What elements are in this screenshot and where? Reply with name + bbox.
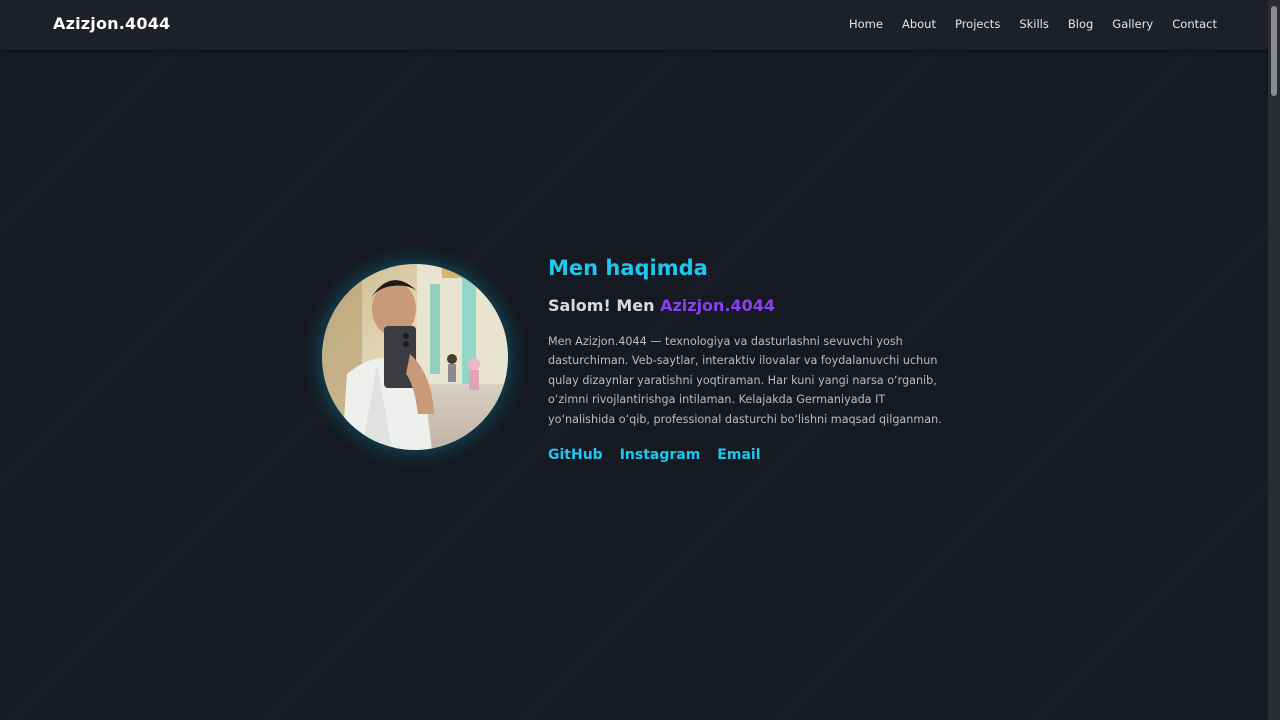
navbar: Azizjon.4044 Home About Projects Skills …: [0, 0, 1268, 50]
page-scrollbar[interactable]: [1268, 0, 1280, 720]
nav-links: Home About Projects Skills Blog Gallery …: [830, 17, 1217, 31]
greeting-heading: Salom! Men Azizjon.4044: [548, 296, 775, 315]
nav-link-skills[interactable]: Skills: [1019, 17, 1049, 31]
profile-photo: [322, 264, 508, 450]
page: Azizjon.4044 Home About Projects Skills …: [0, 0, 1280, 720]
profile-avatar: [322, 264, 508, 450]
greeting-prefix: Salom! Men: [548, 296, 655, 315]
nav-link-projects[interactable]: Projects: [955, 17, 1000, 31]
nav-link-home[interactable]: Home: [849, 17, 883, 31]
brand-logo[interactable]: Azizjon.4044: [53, 14, 170, 33]
greeting-name: Azizjon.4044: [660, 296, 776, 315]
social-links: GitHub Instagram Email: [548, 447, 778, 463]
nav-link-gallery[interactable]: Gallery: [1112, 17, 1153, 31]
bio-paragraph: Men Azizjon.4044 — texnologiya va dastur…: [548, 335, 942, 426]
nav-link-contact[interactable]: Contact: [1172, 17, 1217, 31]
scrollbar-thumb[interactable]: [1271, 6, 1277, 96]
github-link[interactable]: GitHub: [548, 447, 603, 463]
about-title: Men haqimda: [548, 256, 708, 280]
nav-link-about[interactable]: About: [902, 17, 936, 31]
nav-link-blog[interactable]: Blog: [1068, 17, 1093, 31]
email-link[interactable]: Email: [717, 447, 760, 463]
instagram-link[interactable]: Instagram: [620, 447, 701, 463]
